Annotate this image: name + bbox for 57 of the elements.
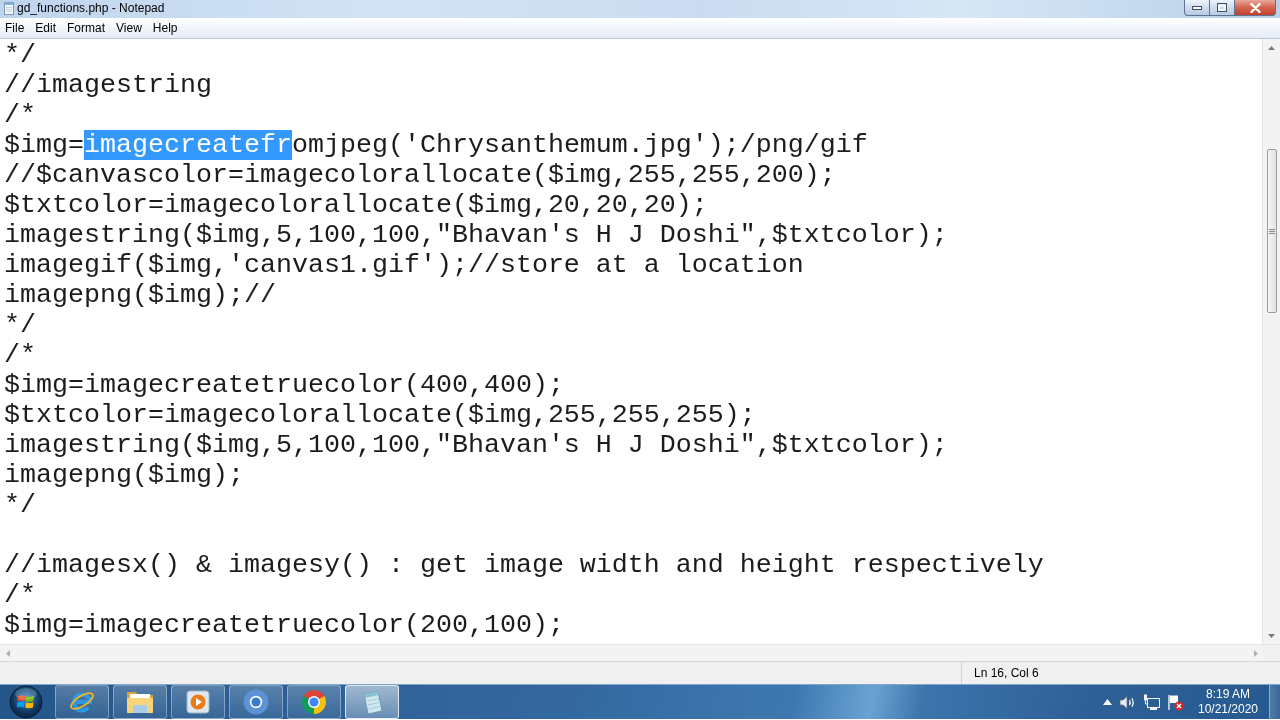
play-icon <box>186 690 210 714</box>
taskbar-button[interactable] <box>229 685 283 719</box>
vertical-scrollbar[interactable] <box>1262 39 1280 644</box>
show-desktop-button[interactable] <box>1269 685 1280 719</box>
close-icon <box>1249 2 1261 13</box>
minimize-icon <box>1192 5 1202 10</box>
clock-date: 10/21/2020 <box>1197 702 1259 717</box>
code-line: /* <box>4 340 36 370</box>
menu-item[interactable]: File <box>0 19 30 37</box>
monitor-icon[interactable] <box>1143 694 1160 710</box>
code-text: omjpeg('Chrysanthemum.jpg');/png/gif <box>291 130 868 160</box>
notepad-icon <box>4 2 14 15</box>
maximize-button[interactable] <box>1210 0 1235 16</box>
menu-item[interactable]: View <box>111 19 147 37</box>
code-line: $img=imagecreatetruecolor(400,400); <box>4 370 564 400</box>
segmented-ring-icon <box>300 688 328 716</box>
menu-item[interactable]: Help <box>147 19 183 37</box>
selected-text: imagecreatefr <box>84 130 292 160</box>
speaker-icon[interactable] <box>1119 694 1136 710</box>
ring-logo-icon <box>242 688 270 716</box>
code-line: */ <box>4 40 36 70</box>
code-text: $img= <box>4 130 84 160</box>
code-line: $img=imagecreatetruecolor(200,100); <box>4 610 564 640</box>
clock-time: 8:19 AM <box>1206 687 1250 702</box>
code-line: $txtcolor=imagecolorallocate($img,20,20,20); <box>4 190 708 220</box>
minimize-button[interactable] <box>1184 0 1210 16</box>
taskbar-button[interactable] <box>55 685 109 719</box>
scroll-down-icon[interactable] <box>1268 634 1275 638</box>
maximize-icon <box>1217 3 1227 12</box>
code-line: imagepng($img);// <box>4 280 276 310</box>
close-button[interactable] <box>1235 0 1276 16</box>
taskbar-button[interactable] <box>345 685 399 719</box>
scroll-thumb[interactable] <box>1266 149 1277 313</box>
menu-item[interactable]: Format <box>62 19 111 37</box>
window-title: gd_functions.php - Notepad <box>17 0 165 17</box>
code-line: /* <box>4 580 36 610</box>
code-line: $txtcolor=imagecolorallocate($img,255,255,255); <box>4 400 756 430</box>
flag-icon[interactable] <box>1167 693 1184 711</box>
taskbar-button[interactable] <box>287 685 341 719</box>
taskbar-button[interactable] <box>113 685 167 719</box>
code-line: imagestring($img,5,100,100,"Bhavan's H J Doshi",$txtcolor); <box>4 220 948 250</box>
code-line: //$canvascolor=imagecolorallocate($img,255,255,200); <box>4 160 836 190</box>
start-orb-icon <box>9 685 43 719</box>
code-line: //imagesx() & imagesy() : get image width and height respectively <box>4 550 1044 580</box>
code-line: /* <box>4 100 36 130</box>
menu-item[interactable]: Edit <box>30 19 62 37</box>
code-line: imagepng($img); <box>4 460 244 490</box>
caret-up-icon[interactable] <box>1103 699 1112 705</box>
code-line: */ <box>4 490 36 520</box>
code-line: */ <box>4 310 36 340</box>
code-line: imagestring($img,5,100,100,"Bhavan's H J Doshi",$txtcolor); <box>4 430 948 460</box>
folder-icon <box>125 689 155 715</box>
code-line: //imagestring <box>4 70 212 100</box>
code-line: imagegif($img,'canvas1.gif');//store at a location <box>4 250 804 280</box>
cursor-position: Ln 16, Col 6 <box>974 666 1039 680</box>
taskbar-button[interactable] <box>171 685 225 719</box>
scroll-up-icon[interactable] <box>1268 46 1275 50</box>
